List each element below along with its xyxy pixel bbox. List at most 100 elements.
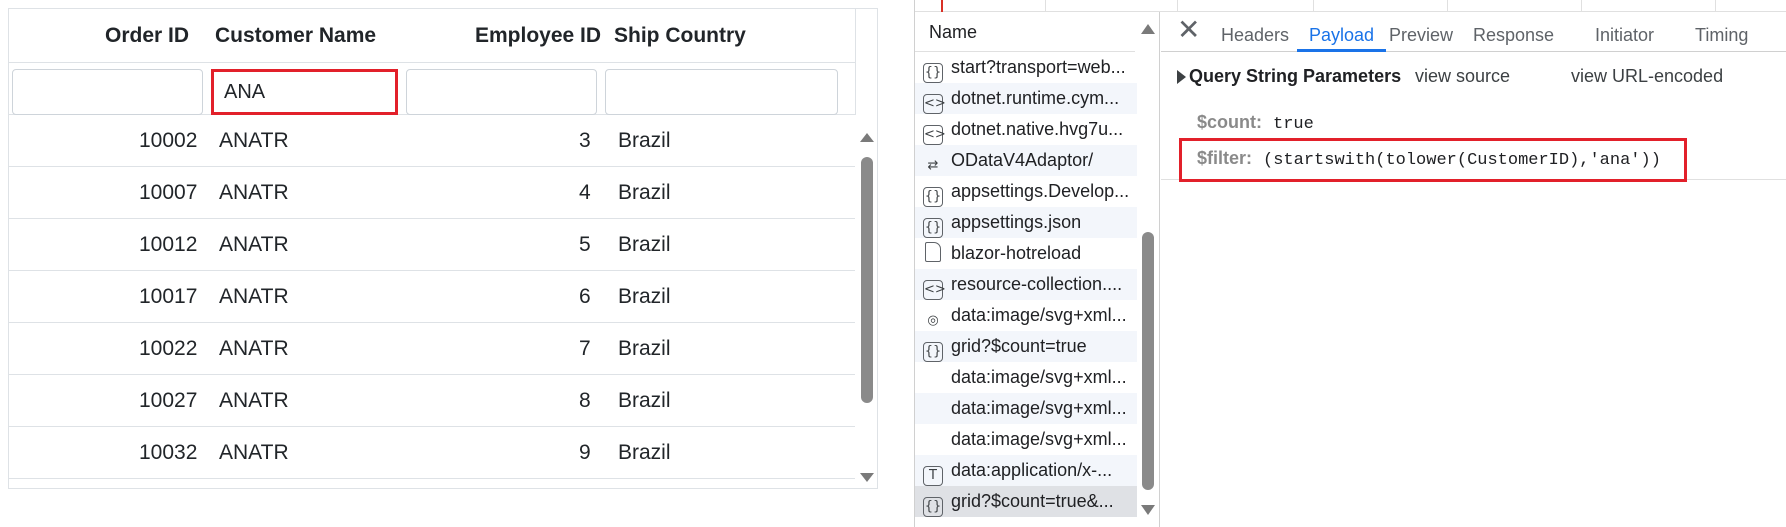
request-list-panel: Name {} start?transport=web... <> dotnet.ru… <box>915 12 1160 527</box>
cell-ship-country: Brazil <box>618 337 671 360</box>
expand-triangle-icon[interactable] <box>1177 70 1186 84</box>
header-corner <box>855 9 877 115</box>
filter-bar <box>9 63 855 115</box>
request-row[interactable]: <> dotnet.native.hvg7u... <box>915 114 1137 145</box>
data-grid: Order ID Customer Name Employee ID Ship … <box>8 8 878 489</box>
table-row[interactable]: 10022 ANATR 7 Brazil <box>9 323 855 375</box>
request-row[interactable]: {} grid?$count=true <box>915 331 1137 362</box>
cell-ship-country: Brazil <box>618 389 671 412</box>
table-row[interactable]: 10002 ANATR 3 Brazil <box>9 115 855 167</box>
scroll-down-arrow-icon[interactable] <box>1141 505 1155 515</box>
query-string-section-header[interactable]: Query String Parameters view source view… <box>1177 66 1777 90</box>
script-icon: <> <box>923 280 946 300</box>
grid-body: 10002 ANATR 3 Brazil 10007 ANATR 4 Brazi… <box>9 115 855 488</box>
waterfall-overview <box>915 0 1786 12</box>
json-fetch-icon: {} <box>923 497 943 517</box>
tab-payload[interactable]: Payload <box>1297 12 1387 52</box>
tab-response[interactable]: Response <box>1473 12 1554 52</box>
request-row[interactable]: <> resource-collection.... <box>915 269 1137 300</box>
json-fetch-icon: {} <box>923 218 943 238</box>
request-row[interactable]: {} appsettings.json <box>915 207 1137 238</box>
image-icon: ◎ <box>927 313 939 328</box>
tab-timing[interactable]: Timing <box>1695 12 1748 52</box>
table-row[interactable]: 10007 ANATR 4 Brazil <box>9 167 855 219</box>
waterfall-gridline <box>1313 0 1314 12</box>
request-row[interactable]: Tdata:application/x-... <box>915 455 1137 486</box>
param-key: $count: <box>1197 112 1262 132</box>
filter-input-customer-name[interactable] <box>211 69 398 115</box>
view-url-encoded-link[interactable]: view URL-encoded <box>1571 66 1723 87</box>
font-icon: T <box>923 466 943 486</box>
request-row[interactable]: {} appsettings.Develop... <box>915 176 1137 207</box>
scroll-down-arrow-icon[interactable] <box>860 473 874 482</box>
json-fetch-icon: {} <box>923 342 943 362</box>
script-icon: <> <box>923 94 946 114</box>
filter-input-order-id[interactable] <box>12 69 203 115</box>
cell-employee-id: 6 <box>579 285 591 308</box>
request-name: appsettings.json <box>951 212 1082 232</box>
cell-customer-name: ANATR <box>219 129 289 152</box>
column-header-order-id[interactable]: Order ID <box>105 9 189 63</box>
request-row[interactable]: ⇄ ODataV4Adaptor/ <box>915 145 1137 176</box>
cell-employee-id: 7 <box>579 337 591 360</box>
query-string-title: Query String Parameters <box>1189 66 1402 86</box>
cell-order-id: 10027 <box>139 389 198 412</box>
column-header-employee-id[interactable]: Employee ID <box>475 9 601 63</box>
cell-order-id: 10022 <box>139 337 198 360</box>
tab-preview[interactable]: Preview <box>1389 12 1453 52</box>
column-header-customer-name[interactable]: Customer Name <box>215 9 376 63</box>
table-row[interactable]: 10012 ANATR 5 Brazil <box>9 219 855 271</box>
name-column-header[interactable]: Name <box>915 12 1135 52</box>
grid-scrollbar[interactable] <box>855 123 877 488</box>
filter-input-ship-country[interactable] <box>605 69 838 115</box>
request-name: grid?$count=true <box>951 336 1087 356</box>
cell-employee-id: 3 <box>579 129 591 152</box>
request-name: dotnet.native.hvg7u... <box>951 119 1124 139</box>
close-icon[interactable]: ✕ <box>1177 16 1203 44</box>
request-list-scrollbar[interactable] <box>1137 12 1159 527</box>
view-source-link[interactable]: view source <box>1415 66 1510 87</box>
scrollbar-thumb[interactable] <box>861 157 873 403</box>
request-name: start?transport=web... <box>951 57 1126 77</box>
request-name: blazor-hotreload <box>951 243 1082 263</box>
param-count: $count: true <box>1197 112 1314 136</box>
param-value: true <box>1273 115 1314 134</box>
cell-order-id: 10032 <box>139 441 198 464</box>
tab-initiator[interactable]: Initiator <box>1595 12 1654 52</box>
request-row[interactable]: data:image/svg+xml... <box>915 393 1137 424</box>
column-header-ship-country[interactable]: Ship Country <box>614 9 746 63</box>
table-row[interactable]: 10027 ANATR 8 Brazil <box>9 375 855 427</box>
cell-employee-id: 4 <box>579 181 591 204</box>
request-name: data:image/svg+xml... <box>951 398 1127 418</box>
cell-employee-id: 9 <box>579 441 591 464</box>
request-name: appsettings.Develop... <box>951 181 1130 201</box>
request-row[interactable]: {} grid?$count=true&... <box>915 486 1137 517</box>
document-icon <box>925 242 941 262</box>
table-row[interactable]: 10017 ANATR 6 Brazil <box>9 271 855 323</box>
cell-ship-country: Brazil <box>618 285 671 308</box>
detail-tabbar: ✕ Headers Payload Preview Response Initi… <box>1161 12 1786 52</box>
cell-order-id: 10017 <box>139 285 198 308</box>
tab-headers[interactable]: Headers <box>1221 12 1289 52</box>
request-row[interactable]: {} start?transport=web... <box>915 52 1137 83</box>
scrollbar-thumb[interactable] <box>1142 232 1154 490</box>
cell-order-id: 10012 <box>139 233 198 256</box>
request-name: data:application/x-... <box>951 460 1113 480</box>
filter-input-employee-id[interactable] <box>406 69 597 115</box>
request-row[interactable]: blazor-hotreload <box>915 238 1137 269</box>
waterfall-gridline <box>1045 0 1046 12</box>
table-row[interactable]: 10032 ANATR 9 Brazil <box>9 427 855 479</box>
cell-ship-country: Brazil <box>618 233 671 256</box>
request-row[interactable]: <> dotnet.runtime.cym... <box>915 83 1137 114</box>
json-fetch-icon: {} <box>923 187 943 207</box>
request-row[interactable]: data:image/svg+xml... <box>915 424 1137 455</box>
request-row[interactable]: ◎ data:image/svg+xml... <box>915 300 1137 331</box>
request-name: ODataV4Adaptor/ <box>951 150 1094 170</box>
request-row[interactable]: data:image/svg+xml... <box>915 362 1137 393</box>
scroll-up-arrow-icon[interactable] <box>1141 24 1155 34</box>
scroll-up-arrow-icon[interactable] <box>860 133 874 142</box>
devtools-network-panel: Name {} start?transport=web... <> dotnet.ru… <box>914 0 1786 527</box>
waterfall-gridline <box>1177 0 1178 12</box>
redirect-icon: ⇄ <box>927 158 939 173</box>
waterfall-gridline <box>1715 0 1716 12</box>
